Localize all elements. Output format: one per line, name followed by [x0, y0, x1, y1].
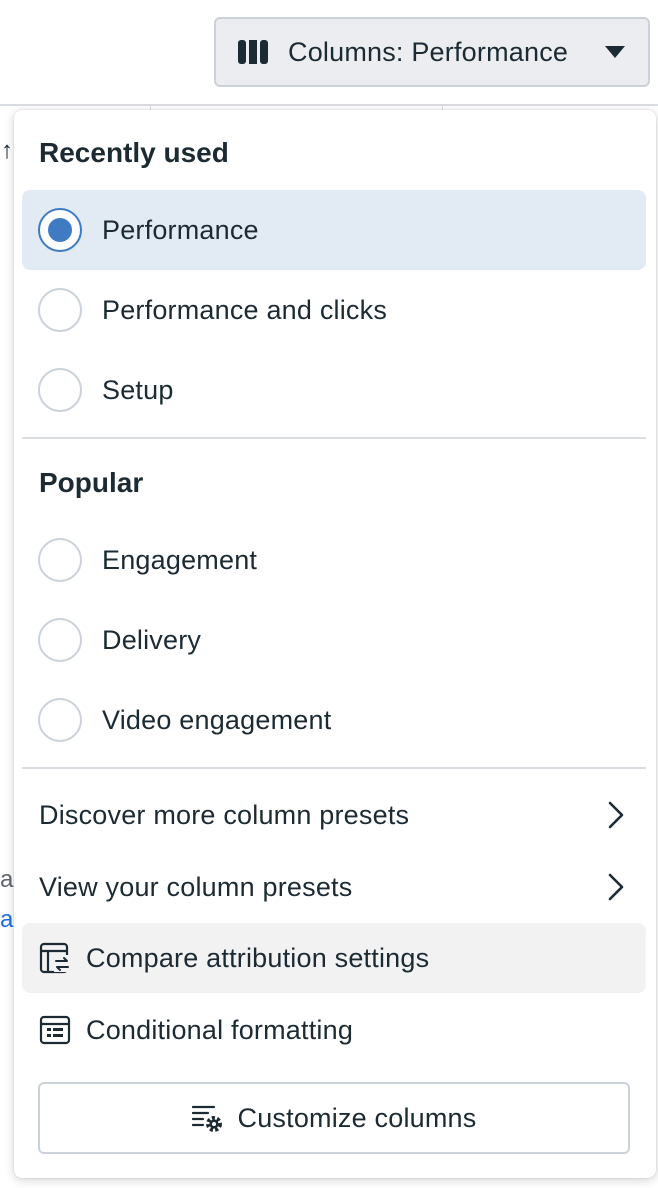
nav-item-label: Discover more column presets: [39, 799, 410, 830]
sort-arrow-icon: ↑: [1, 137, 13, 164]
preset-option-label: Engagement: [102, 544, 258, 575]
menu-divider: [22, 437, 646, 439]
conditional-formatting-icon: [39, 1014, 71, 1046]
preset-option-engagement[interactable]: Engagement: [22, 520, 646, 600]
compare-attribution-icon: [39, 942, 71, 974]
background-text-fragment: a: [0, 866, 14, 893]
preset-option-label: Performance and clicks: [102, 294, 388, 325]
chevron-right-icon: [606, 872, 626, 902]
preset-option-setup[interactable]: Setup: [22, 350, 646, 430]
customize-columns-button[interactable]: Customize columns: [38, 1082, 630, 1154]
nav-item-label: Compare attribution settings: [86, 942, 430, 973]
preset-option-label: Delivery: [102, 624, 202, 655]
radio-button[interactable]: [38, 288, 82, 332]
preset-option-label: Video engagement: [102, 704, 332, 735]
columns-icon: [238, 40, 270, 64]
preset-option-video-engagement[interactable]: Video engagement: [22, 680, 646, 760]
radio-button-selected[interactable]: [38, 208, 82, 252]
menu-divider: [22, 767, 646, 769]
compare-attribution-settings-item[interactable]: Compare attribution settings: [22, 923, 646, 993]
preset-option-delivery[interactable]: Delivery: [22, 600, 646, 680]
background-link-fragment[interactable]: a: [0, 906, 13, 934]
preset-option-label: Setup: [102, 374, 174, 405]
preset-option-label: Performance: [102, 214, 259, 245]
radio-button[interactable]: [38, 538, 82, 582]
toolbar-divider: [0, 104, 658, 106]
columns-button-label: Columns: Performance: [288, 36, 569, 67]
conditional-formatting-item[interactable]: Conditional formatting: [22, 995, 646, 1065]
columns-preset-menu: Recently used Performance Performance an…: [14, 110, 656, 1178]
customize-columns-icon: [191, 1102, 224, 1134]
radio-button[interactable]: [38, 368, 82, 412]
radio-button[interactable]: [38, 618, 82, 662]
customize-columns-label: Customize columns: [237, 1102, 477, 1133]
view-your-presets-link[interactable]: View your column presets: [22, 852, 646, 922]
section-title-recently-used: Recently used: [39, 137, 229, 168]
columns-dropdown-button[interactable]: Columns: Performance: [214, 17, 650, 87]
nav-item-label: Conditional formatting: [86, 1014, 354, 1045]
discover-more-presets-link[interactable]: Discover more column presets: [22, 780, 646, 850]
section-title-popular: Popular: [39, 467, 144, 498]
radio-button[interactable]: [38, 698, 82, 742]
preset-option-performance-and-clicks[interactable]: Performance and clicks: [22, 270, 646, 350]
caret-down-icon: [604, 45, 626, 59]
chevron-right-icon: [606, 800, 626, 830]
preset-option-performance[interactable]: Performance: [22, 190, 646, 270]
nav-item-label: View your column presets: [39, 871, 353, 902]
